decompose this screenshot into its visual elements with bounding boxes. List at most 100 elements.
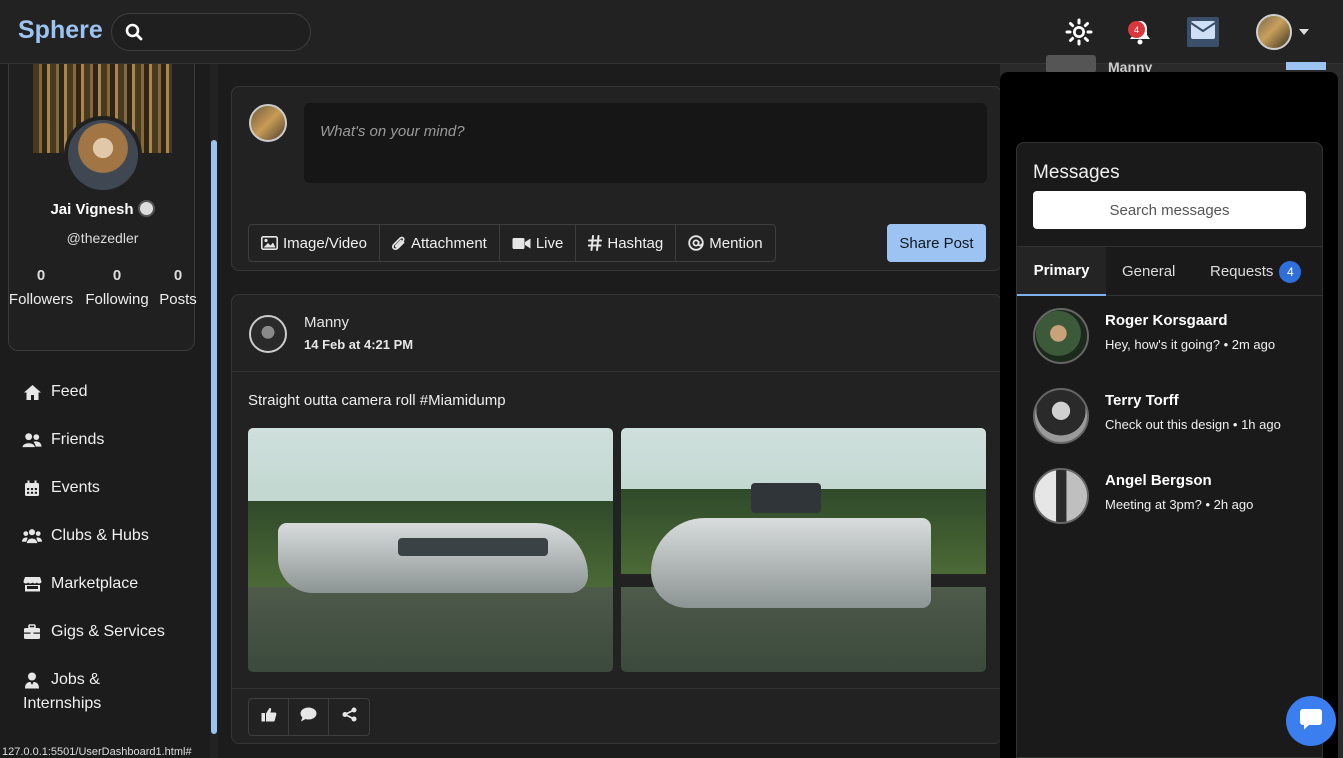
messages-panel: Messages Search messages Primary General… xyxy=(1016,142,1323,758)
conversation-preview: Meeting at 3pm? • 2h ago xyxy=(1105,497,1254,512)
sidebar-item-label: Events xyxy=(51,479,100,496)
post-input[interactable]: What's on your mind? xyxy=(304,103,987,183)
briefcase-icon xyxy=(22,623,42,641)
comment-button[interactable] xyxy=(289,699,329,735)
conversation-avatar xyxy=(1033,468,1089,524)
conversation-name: Terry Torff xyxy=(1105,392,1179,409)
photo-yacht xyxy=(651,518,931,608)
comment-icon xyxy=(300,707,317,727)
messages-tabs: Primary General Requests 4 xyxy=(1017,246,1322,296)
chat-bubble-icon xyxy=(1299,708,1323,735)
hashtag-icon xyxy=(588,235,603,251)
conversation-avatar xyxy=(1033,388,1089,444)
feed-post: Manny 14 Feb at 4:21 PM Straight outta c… xyxy=(231,294,1002,744)
like-button[interactable] xyxy=(249,699,289,735)
envelope-icon xyxy=(1190,20,1216,45)
search-input[interactable] xyxy=(111,13,311,51)
photo-yacht-radar xyxy=(751,483,821,513)
status-bar-url: 127.0.0.1:5501/UserDashboard1.html# xyxy=(0,746,194,758)
share-button[interactable] xyxy=(329,699,369,735)
tab-requests[interactable]: Requests 4 xyxy=(1210,247,1302,296)
sidebar-item-label: Clubs & Hubs xyxy=(51,527,149,544)
post-author-avatar[interactable] xyxy=(249,315,287,353)
messages-search-input[interactable]: Search messages xyxy=(1033,191,1306,229)
sidebar-item-jobs-line2[interactable]: Internships xyxy=(23,695,101,713)
tab-label: General xyxy=(1122,263,1176,280)
messages-title: Messages xyxy=(1033,162,1120,183)
calendar-icon xyxy=(22,479,42,497)
sidebar-item-events[interactable]: Events xyxy=(22,479,100,497)
top-bar: Sphere 4 xyxy=(0,0,1343,64)
share-post-button[interactable]: Share Post xyxy=(887,224,986,262)
stat-posts[interactable]: 0 Posts xyxy=(154,267,202,308)
chat-fab-button[interactable] xyxy=(1286,696,1336,746)
sidebar-item-label: Internships xyxy=(23,695,102,712)
stat-followers[interactable]: 0 Followers xyxy=(6,267,76,308)
paperclip-icon xyxy=(392,235,406,251)
conversation-name: Angel Bergson xyxy=(1105,472,1212,489)
image-icon xyxy=(261,236,278,250)
divider xyxy=(232,688,1001,689)
hashtag-button[interactable]: Hashtag xyxy=(576,225,677,261)
sidebar-item-marketplace[interactable]: Marketplace xyxy=(22,575,138,593)
post-timestamp: 14 Feb at 4:21 PM xyxy=(304,337,414,352)
conversation-item[interactable]: Angel Bergson Meeting at 3pm? • 2h ago xyxy=(1033,468,1313,528)
store-icon xyxy=(22,575,42,593)
tool-label: Mention xyxy=(709,234,763,252)
profile-handle: @thezedler xyxy=(66,230,139,246)
tool-label: Attachment xyxy=(410,234,487,252)
notification-badge: 4 xyxy=(1128,21,1145,38)
brightness-icon[interactable] xyxy=(1063,16,1095,48)
post-photo[interactable] xyxy=(621,428,986,672)
conversation-name: Roger Korsgaard xyxy=(1105,312,1228,329)
requests-count-badge: 4 xyxy=(1279,260,1302,283)
messages-button[interactable] xyxy=(1187,17,1219,47)
sidebar-item-friends[interactable]: Friends xyxy=(22,431,104,449)
post-actions xyxy=(248,698,370,736)
photo-yacht-windows xyxy=(398,538,548,556)
stat-label: Followers xyxy=(8,291,74,308)
conversation-item[interactable]: Terry Torff Check out this design • 1h a… xyxy=(1033,388,1313,448)
sidebar-item-gigs[interactable]: Gigs & Services xyxy=(22,623,165,641)
tab-label: Primary xyxy=(1033,262,1090,279)
image-video-button[interactable]: Image/Video xyxy=(249,225,380,261)
tool-label: Image/Video xyxy=(283,234,367,252)
brand-logo[interactable]: Sphere xyxy=(18,16,103,45)
sidebar-item-jobs[interactable]: Jobs & xyxy=(22,671,100,689)
post-photo[interactable] xyxy=(248,428,613,672)
divider xyxy=(232,371,1001,372)
post-caption: Straight outta camera roll #Miamidump xyxy=(248,392,506,409)
stat-label: Following xyxy=(85,291,149,308)
profile-avatar[interactable] xyxy=(64,116,142,194)
husky-emoji-icon xyxy=(137,200,155,217)
post-author-name[interactable]: Manny xyxy=(304,314,349,331)
conversation-preview: Hey, how's it going? • 2m ago xyxy=(1105,337,1276,352)
search-icon xyxy=(125,23,143,41)
conversation-item[interactable]: Roger Korsgaard Hey, how's it going? • 2… xyxy=(1033,308,1313,368)
sidebar-scrollbar-thumb[interactable] xyxy=(211,140,217,734)
friends-icon xyxy=(22,431,42,449)
stat-label: Posts xyxy=(159,291,197,308)
attachment-button[interactable]: Attachment xyxy=(380,225,500,261)
at-icon xyxy=(688,235,704,251)
tab-label: Requests xyxy=(1210,263,1274,280)
share-icon xyxy=(342,707,357,727)
sidebar-item-label: Friends xyxy=(51,431,105,448)
tab-primary[interactable]: Primary xyxy=(1017,247,1106,296)
thumbs-up-icon xyxy=(261,707,277,727)
post-input-placeholder: What's on your mind? xyxy=(320,123,465,140)
mention-button[interactable]: Mention xyxy=(676,225,774,261)
profile-name[interactable]: Jai Vignesh xyxy=(50,201,133,218)
sidebar-item-feed[interactable]: Feed xyxy=(22,383,87,401)
stat-following[interactable]: 0 Following xyxy=(82,267,152,308)
user-avatar[interactable] xyxy=(1256,14,1292,50)
sidebar-item-clubs[interactable]: Clubs & Hubs xyxy=(22,527,149,545)
sidebar-item-label: Gigs & Services xyxy=(51,623,165,640)
sidebar-item-label: Feed xyxy=(51,383,88,400)
behind-button xyxy=(1286,62,1326,70)
tab-general[interactable]: General xyxy=(1122,247,1175,296)
home-icon xyxy=(22,383,42,401)
live-button[interactable]: Live xyxy=(500,225,577,261)
chevron-down-icon[interactable] xyxy=(1299,29,1309,35)
stat-value: 0 xyxy=(36,267,46,284)
